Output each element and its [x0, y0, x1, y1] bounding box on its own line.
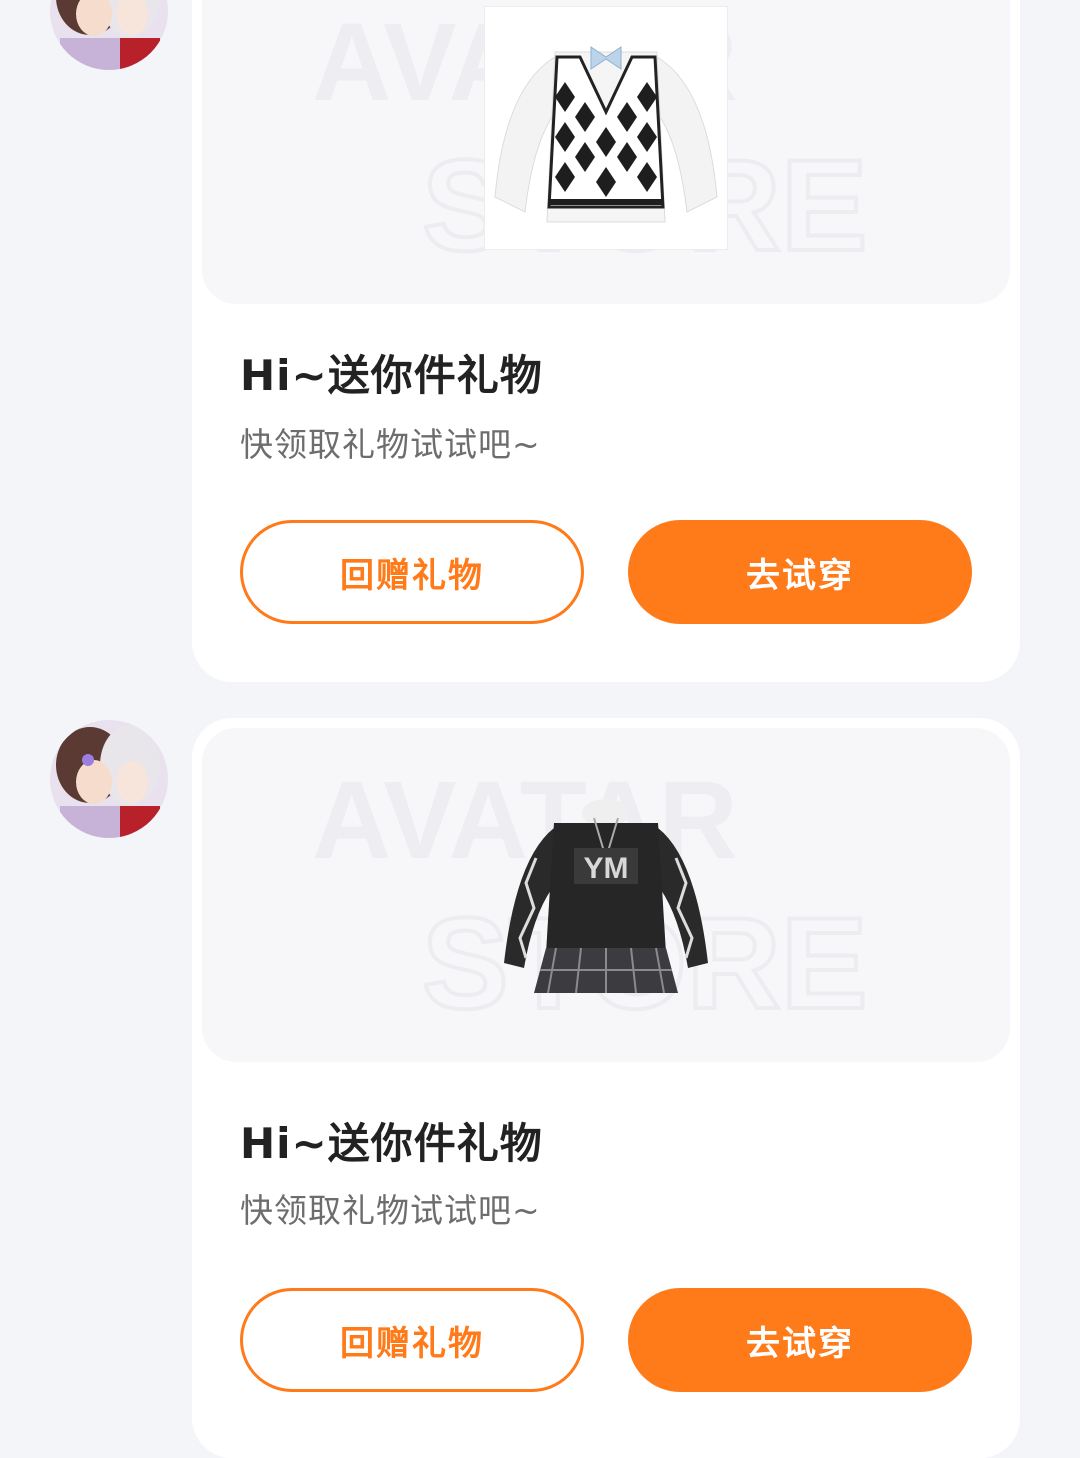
gift-card: AVATAR STORE	[192, 718, 1020, 1458]
try-on-button[interactable]: 去试穿	[628, 520, 972, 624]
gift-subtitle: 快领取礼物试试吧~	[240, 425, 541, 464]
gift-item-image	[484, 6, 728, 250]
gift-preview[interactable]: AVATAR STORE	[202, 0, 1010, 304]
sender-avatar[interactable]	[50, 720, 168, 838]
svg-text:YM: YM	[584, 852, 629, 885]
gift-item-image: YM	[496, 788, 716, 1018]
sender-avatar[interactable]	[50, 0, 168, 70]
gift-title: Hi~送你件礼物	[240, 1119, 543, 1168]
gift-subtitle: 快领取礼物试试吧~	[240, 1191, 541, 1230]
return-gift-button[interactable]: 回赠礼物	[240, 1288, 584, 1392]
gift-title: Hi~送你件礼物	[240, 351, 543, 400]
gift-preview[interactable]: AVATAR STORE	[202, 728, 1010, 1062]
return-gift-button[interactable]: 回赠礼物	[240, 520, 584, 624]
gift-card: AVATAR STORE	[192, 0, 1020, 682]
try-on-button[interactable]: 去试穿	[628, 1288, 972, 1392]
